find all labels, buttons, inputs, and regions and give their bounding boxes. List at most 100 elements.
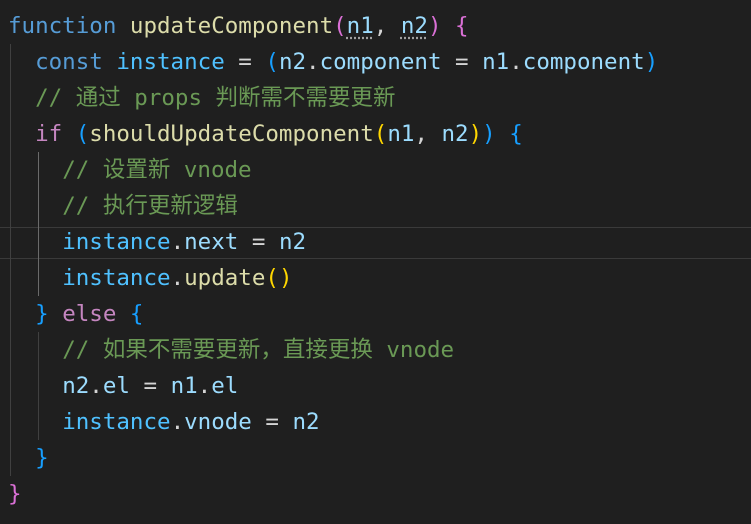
code-token: n2 <box>400 13 428 39</box>
code-token: ) <box>427 13 442 39</box>
code-line[interactable]: instance.vnode = n2 <box>0 404 751 440</box>
code-token: } <box>35 445 49 471</box>
code-line[interactable]: // 设置新 vnode <box>0 152 751 188</box>
code-line[interactable]: // 执行更新逻辑 <box>0 188 751 224</box>
code-line-text: instance.update() <box>8 260 292 296</box>
code-token: = <box>441 49 483 75</box>
code-line[interactable]: } else { <box>0 296 751 332</box>
code-token: function <box>8 13 117 39</box>
code-token: el <box>102 373 130 399</box>
code-token: ) <box>644 49 659 75</box>
code-token: . <box>170 265 185 291</box>
code-token: shouldUpdateComponent <box>89 121 374 147</box>
code-line[interactable]: instance.next = n2 <box>0 224 751 260</box>
code-token: // 如果不需要更新，直接更换 vnode <box>62 337 455 363</box>
code-token: component <box>319 49 442 75</box>
code-token: n1 <box>346 13 374 39</box>
code-token: n2 <box>62 373 90 399</box>
code-token: n2 <box>278 229 307 255</box>
code-line-text: } else { <box>8 296 143 332</box>
code-token: = <box>129 373 171 399</box>
code-line-text: // 如果不需要更新，直接更换 vnode <box>8 332 454 368</box>
code-token: ( <box>75 121 90 147</box>
code-token: ) <box>468 121 483 147</box>
code-token: n1 <box>387 121 415 147</box>
code-line[interactable]: const instance = (n2.component = n1.comp… <box>0 44 751 80</box>
code-line-text: } <box>8 440 49 476</box>
code-token: n2 <box>278 49 307 75</box>
code-line[interactable]: if (shouldUpdateComponent(n1, n2)) { <box>0 116 751 152</box>
code-token: component <box>522 49 645 75</box>
code-token: n1 <box>170 373 198 399</box>
code-token: instance <box>62 409 171 435</box>
code-line[interactable]: function updateComponent(n1, n2) { <box>0 8 751 44</box>
code-token: . <box>197 373 212 399</box>
code-line-text: instance.vnode = n2 <box>8 404 320 440</box>
code-token: = <box>251 409 293 435</box>
code-token: // 设置新 vnode <box>62 157 252 183</box>
code-token: ( <box>265 49 279 75</box>
code-line[interactable]: instance.update() <box>0 260 751 296</box>
code-token: const <box>35 49 103 75</box>
code-token: // 执行更新逻辑 <box>62 193 238 219</box>
code-token: n2 <box>441 121 469 147</box>
code-line[interactable]: n2.el = n1.el <box>0 368 751 404</box>
code-token: next <box>184 229 239 255</box>
code-line-text: const instance = (n2.component = n1.comp… <box>8 44 658 80</box>
code-token: { <box>509 121 523 147</box>
code-line-text: n2.el = n1.el <box>8 368 238 404</box>
code-token: ( <box>373 121 388 147</box>
code-token: , <box>373 13 401 39</box>
code-token: . <box>170 229 185 255</box>
code-line[interactable]: // 如果不需要更新，直接更换 vnode <box>0 332 751 368</box>
code-line-text: // 执行更新逻辑 <box>8 188 238 224</box>
code-line-text: } <box>8 476 22 512</box>
code-token: else <box>62 301 117 327</box>
code-line-text: // 设置新 vnode <box>8 152 252 188</box>
code-token: instance <box>62 229 171 255</box>
code-token: { <box>455 13 469 39</box>
code-token: if <box>35 121 63 147</box>
code-token: = <box>238 229 279 255</box>
code-token: , <box>414 121 442 147</box>
code-token: n2 <box>292 409 320 435</box>
code-token: el <box>211 373 239 399</box>
code-line[interactable]: // 通过 props 判断需不需要更新 <box>0 80 751 116</box>
code-token: . <box>306 49 320 75</box>
code-token: vnode <box>184 409 252 435</box>
code-token: . <box>509 49 523 75</box>
code-line[interactable]: } <box>0 476 751 512</box>
code-editor[interactable]: function updateComponent(n1, n2) { const… <box>0 0 751 524</box>
code-token: instance <box>116 49 225 75</box>
code-token: ) <box>278 265 293 291</box>
code-token: ( <box>333 13 347 39</box>
code-line[interactable]: } <box>0 440 751 476</box>
code-token: updateComponent <box>129 13 334 39</box>
code-token: { <box>129 301 144 327</box>
code-token: . <box>170 409 185 435</box>
code-line-text: if (shouldUpdateComponent(n1, n2)) { <box>8 116 523 152</box>
code-token: ) <box>482 121 496 147</box>
code-token: . <box>89 373 103 399</box>
code-line-text: function updateComponent(n1, n2) { <box>8 8 469 44</box>
code-token: update <box>184 265 266 291</box>
